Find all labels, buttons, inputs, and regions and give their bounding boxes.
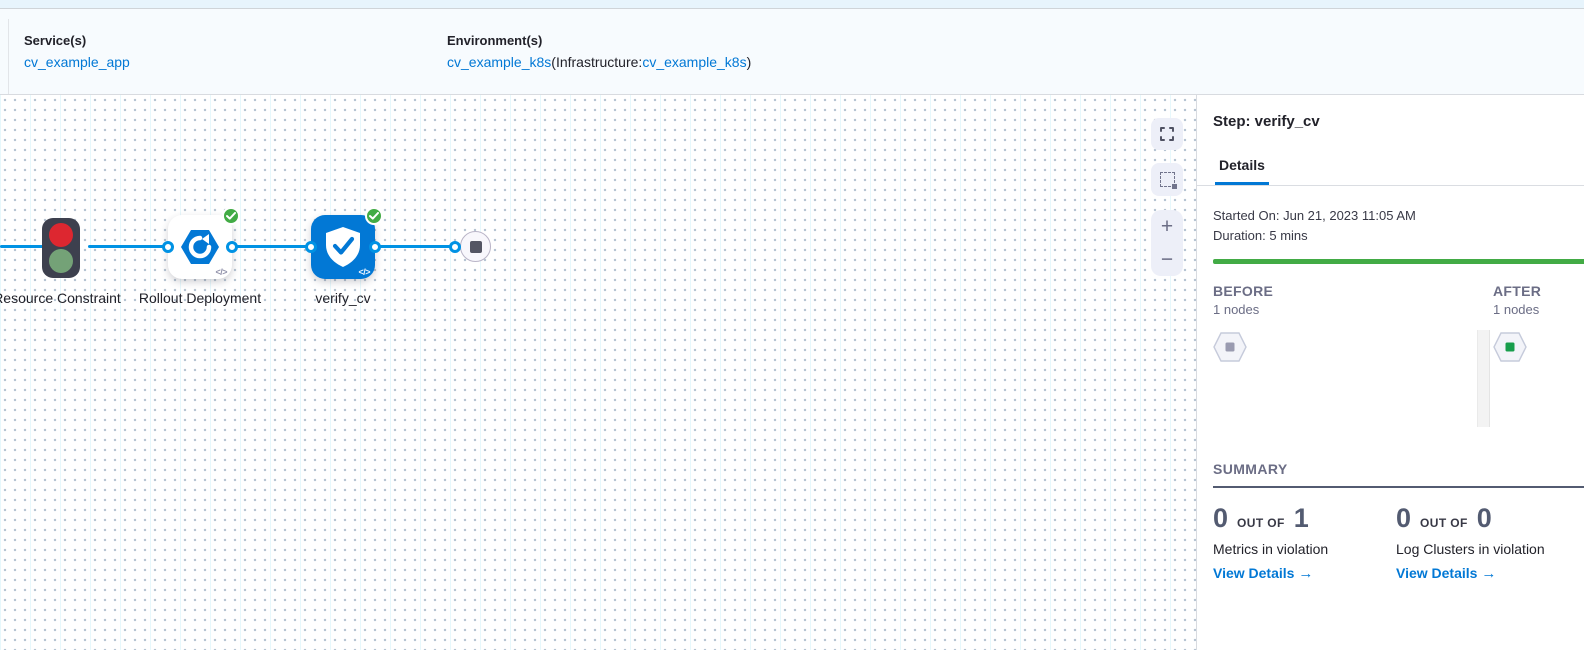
environment-label: Environment(s) (447, 33, 751, 48)
infrastructure-prefix: (Infrastructure: (551, 54, 642, 70)
metrics-violation-label: Metrics in violation (1213, 541, 1396, 557)
duration-text: Duration: 5 mins (1213, 226, 1568, 246)
metrics-total-count: 1 (1294, 503, 1309, 534)
zoom-out-button[interactable]: − (1151, 243, 1183, 276)
verify-cv-node[interactable]: </> (311, 215, 375, 279)
infrastructure-link[interactable]: cv_example_k8s (642, 54, 746, 70)
panel-title: Step: verify_cv (1197, 95, 1584, 130)
before-column: BEFORE 1 nodes (1213, 283, 1477, 455)
before-node-hexagon[interactable] (1213, 332, 1247, 367)
marquee-select-icon (1160, 172, 1175, 187)
node-label-resource-constraint: Resource Constraint (0, 288, 127, 309)
environment-link[interactable]: cv_example_k8s (447, 54, 551, 70)
after-node-hexagon[interactable] (1493, 332, 1527, 367)
progress-bar (1213, 259, 1584, 264)
connector-edge (0, 245, 44, 248)
view-details-text: View Details (1396, 565, 1477, 581)
before-label: BEFORE (1213, 283, 1477, 299)
summary-header: SUMMARY (1213, 461, 1584, 488)
arrow-right-icon: → (1298, 565, 1313, 582)
before-after-comparison: BEFORE 1 nodes AFTER 1 nodes (1213, 283, 1568, 455)
connector-edge (232, 245, 311, 248)
marquee-select-button[interactable] (1151, 163, 1183, 196)
verify-shield-icon (323, 226, 363, 268)
summary-stats: 0 OUT OF 1 Metrics in violation View Det… (1213, 503, 1568, 582)
fullscreen-button[interactable] (1151, 118, 1183, 150)
before-after-scrollbar[interactable] (1477, 330, 1490, 427)
hexagon-node-icon (1213, 332, 1247, 362)
out-of-text: OUT OF (1237, 516, 1285, 530)
pipeline-canvas[interactable]: Resource Constraint </> Rollout Deployme… (0, 95, 1196, 650)
arrow-right-icon: → (1481, 565, 1496, 582)
environment-suffix: ) (747, 54, 752, 70)
out-of-text: OUT OF (1420, 516, 1468, 530)
log-clusters-violation-label: Log Clusters in violation (1396, 541, 1545, 557)
log-clusters-total-count: 0 (1477, 503, 1492, 534)
traffic-light-red-icon (49, 223, 73, 247)
log-clusters-violation-count: 0 (1396, 503, 1411, 534)
step-details-panel: Step: verify_cv Details Started On: Jun … (1196, 95, 1584, 650)
port-left (449, 241, 461, 253)
stop-icon (470, 241, 482, 253)
traffic-light-green-icon (49, 249, 73, 273)
service-link[interactable]: cv_example_app (24, 54, 130, 70)
node-label-rollout-deployment: Rollout Deployment (130, 288, 270, 309)
connector-edge (375, 245, 455, 248)
success-badge-icon (365, 207, 383, 225)
connector-edge (88, 245, 168, 248)
metrics-view-details-link[interactable]: View Details → (1213, 565, 1396, 582)
rollout-deployment-node[interactable]: </> (168, 215, 232, 279)
top-accent-strip (0, 0, 1584, 9)
tab-details[interactable]: Details (1215, 157, 1269, 185)
service-block: Service(s) cv_example_app (24, 33, 130, 70)
summary-label: SUMMARY (1213, 461, 1288, 477)
after-label: AFTER (1493, 283, 1568, 299)
panel-tabs: Details (1197, 157, 1584, 186)
before-node-count: 1 nodes (1213, 302, 1477, 317)
port-right (226, 241, 238, 253)
node-label-verify-cv: verify_cv (273, 288, 413, 309)
zoom-controls: + − (1151, 210, 1183, 276)
zoom-in-button[interactable]: + (1151, 210, 1183, 243)
execution-header: Service(s) cv_example_app Environment(s)… (0, 9, 1584, 95)
service-label: Service(s) (24, 33, 130, 48)
port-left (305, 241, 317, 253)
after-column: AFTER 1 nodes (1477, 283, 1568, 455)
port-left (162, 241, 174, 253)
fullscreen-icon (1158, 125, 1176, 143)
started-on-text: Started On: Jun 21, 2023 11:05 AM (1213, 206, 1568, 226)
pipeline-end-node (460, 231, 491, 262)
hexagon-node-icon (1493, 332, 1527, 362)
resource-constraint-node[interactable] (42, 218, 80, 278)
rollout-deployment-icon (180, 229, 220, 265)
code-icon: </> (358, 267, 370, 277)
environment-block: Environment(s) cv_example_k8s(Infrastruc… (447, 33, 751, 70)
log-clusters-view-details-link[interactable]: View Details → (1396, 565, 1545, 582)
log-clusters-violation-stat: 0 OUT OF 0 Log Clusters in violation Vie… (1396, 503, 1545, 582)
metrics-violation-count: 0 (1213, 503, 1228, 534)
metrics-violation-stat: 0 OUT OF 1 Metrics in violation View Det… (1213, 503, 1396, 582)
view-details-text: View Details (1213, 565, 1294, 581)
success-badge-icon (222, 207, 240, 225)
header-edge-divider (8, 19, 9, 94)
port-right (369, 241, 381, 253)
code-icon: </> (215, 267, 227, 277)
after-node-count: 1 nodes (1493, 302, 1568, 317)
